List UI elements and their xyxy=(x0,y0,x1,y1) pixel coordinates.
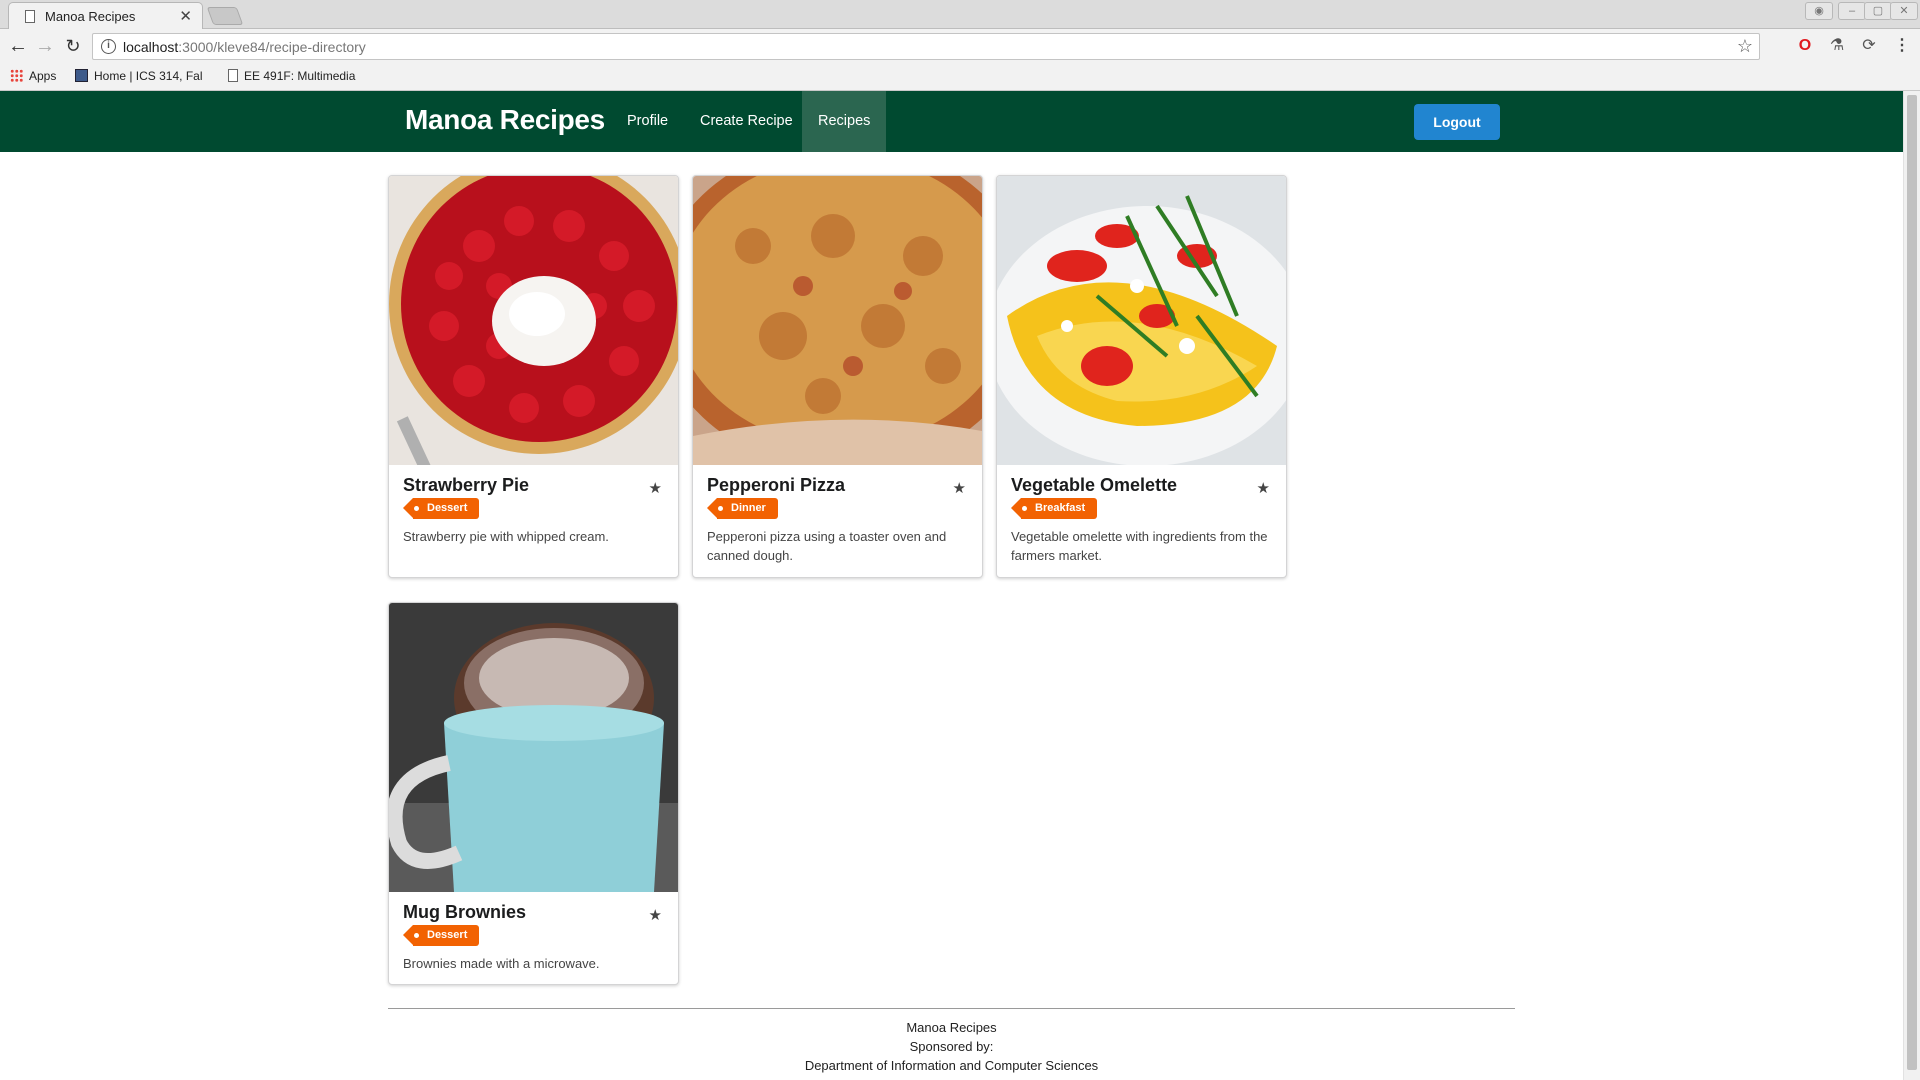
menu-profile[interactable]: Profile xyxy=(611,91,684,152)
logout-button[interactable]: Logout xyxy=(1414,104,1500,140)
forward-icon[interactable]: → xyxy=(33,35,57,58)
apps-icon xyxy=(10,69,23,82)
opera-icon[interactable]: O xyxy=(1796,37,1814,55)
recipe-card[interactable]: Mug Brownies ★ Dessert Brownies made wit… xyxy=(388,602,679,985)
footer-department: Department of Information and Computer S… xyxy=(804,1058,1099,1073)
menu-create-recipe[interactable]: Create Recipe xyxy=(684,91,809,152)
info-icon[interactable]: i xyxy=(101,39,116,54)
recipe-description: Pepperoni pizza using a toaster oven and… xyxy=(707,529,947,563)
recipe-tag[interactable]: Dessert xyxy=(402,925,480,946)
scrollbar-thumb[interactable] xyxy=(1907,95,1917,1070)
recipe-name[interactable]: Mug Brownies xyxy=(403,902,664,923)
minimize-button[interactable]: – xyxy=(1838,2,1866,20)
page-content: Manoa Recipes Profile Create Recipe Reci… xyxy=(0,91,1903,1080)
recipe-image-mug-brownies xyxy=(389,603,678,892)
reload-icon[interactable]: ↻ xyxy=(61,36,85,57)
recipe-card[interactable]: Vegetable Omelette ★ Breakfast Vegetable… xyxy=(996,175,1287,578)
card-content: Vegetable Omelette ★ Breakfast Vegetable… xyxy=(997,465,1286,577)
recipe-tag[interactable]: Breakfast xyxy=(1010,498,1098,519)
recipe-card[interactable]: Pepperoni Pizza ★ Dinner Pepperoni pizza… xyxy=(692,175,983,578)
tab-title: Manoa Recipes xyxy=(45,9,136,24)
url-text: localhost:3000/kleve84/recipe-directory xyxy=(123,39,366,55)
recipe-description: Brownies made with a microwave. xyxy=(403,956,600,971)
new-tab-button[interactable] xyxy=(206,7,244,25)
bookmark-apps[interactable]: Apps xyxy=(10,69,56,83)
footer-title: Manoa Recipes xyxy=(906,1020,997,1035)
favorite-star-icon[interactable]: ★ xyxy=(953,479,966,497)
site-icon xyxy=(75,69,88,82)
url-host: localhost xyxy=(123,39,179,55)
browser-tab[interactable]: Manoa Recipes ✕ xyxy=(8,2,203,29)
url-path: :3000/kleve84/recipe-directory xyxy=(178,39,366,55)
card-content: Mug Brownies ★ Dessert Brownies made wit… xyxy=(389,892,678,984)
profile-icon[interactable]: ◉ xyxy=(1805,2,1833,20)
recipe-image-vegetable-omelette xyxy=(997,176,1286,465)
page-icon xyxy=(228,69,238,82)
bookmark-label: Apps xyxy=(29,69,57,83)
address-bar[interactable]: i localhost:3000/kleve84/recipe-director… xyxy=(92,33,1760,60)
favorite-star-icon[interactable]: ★ xyxy=(649,479,662,497)
bookmark-label: Home | ICS 314, Fal xyxy=(94,69,203,83)
tab-close-icon[interactable]: ✕ xyxy=(179,7,192,25)
card-content: Strawberry Pie ★ Dessert Strawberry pie … xyxy=(389,465,678,558)
browser-toolbar: ← → ↻ i localhost:3000/kleve84/recipe-di… xyxy=(0,29,1920,65)
extension-icon[interactable]: ⚗ xyxy=(1828,37,1846,55)
footer: Manoa Recipes Sponsored by: Department o… xyxy=(388,1018,1515,1075)
recipe-description: Strawberry pie with whipped cream. xyxy=(403,529,609,544)
bookmark-ics314[interactable]: Home | ICS 314, Fal xyxy=(75,69,203,83)
extension-sync-icon[interactable]: ⟳ xyxy=(1860,37,1878,55)
recipe-image-strawberry-pie xyxy=(389,176,678,465)
menu-recipes[interactable]: Recipes xyxy=(802,91,887,152)
brand-title[interactable]: Manoa Recipes xyxy=(405,104,605,136)
page-scrollbar[interactable] xyxy=(1903,91,1920,1080)
bookmark-star-icon[interactable]: ☆ xyxy=(1737,36,1753,57)
recipe-card[interactable]: Strawberry Pie ★ Dessert Strawberry pie … xyxy=(388,175,679,578)
browser-tabstrip: Manoa Recipes ✕ ◉ – ▢ ✕ xyxy=(0,0,1920,29)
recipe-description: Vegetable omelette with ingredients from… xyxy=(1011,529,1268,563)
back-icon[interactable]: ← xyxy=(6,35,30,58)
card-content: Pepperoni Pizza ★ Dinner Pepperoni pizza… xyxy=(693,465,982,577)
recipe-name[interactable]: Vegetable Omelette xyxy=(1011,475,1272,496)
bookmarks-bar: Apps Home | ICS 314, Fal EE 491F: Multim… xyxy=(0,65,1920,91)
recipe-name[interactable]: Pepperoni Pizza xyxy=(707,475,968,496)
recipe-image-pepperoni-pizza xyxy=(693,176,982,465)
footer-sponsored: Sponsored by: xyxy=(909,1039,994,1054)
navbar: Manoa Recipes Profile Create Recipe Reci… xyxy=(0,91,1903,152)
recipe-name[interactable]: Strawberry Pie xyxy=(403,475,664,496)
recipe-tag[interactable]: Dessert xyxy=(402,498,480,519)
maximize-button[interactable]: ▢ xyxy=(1864,2,1892,20)
bookmark-ee491f[interactable]: EE 491F: Multimedia xyxy=(228,69,355,83)
bookmark-label: EE 491F: Multimedia xyxy=(244,69,356,83)
favorite-star-icon[interactable]: ★ xyxy=(1257,479,1270,497)
favorite-star-icon[interactable]: ★ xyxy=(649,906,662,924)
menu-icon[interactable]: ⋮ xyxy=(1893,37,1911,55)
page-icon xyxy=(25,10,35,23)
footer-divider xyxy=(388,1008,1515,1009)
recipe-tag[interactable]: Dinner xyxy=(707,498,778,519)
close-window-button[interactable]: ✕ xyxy=(1890,2,1918,20)
